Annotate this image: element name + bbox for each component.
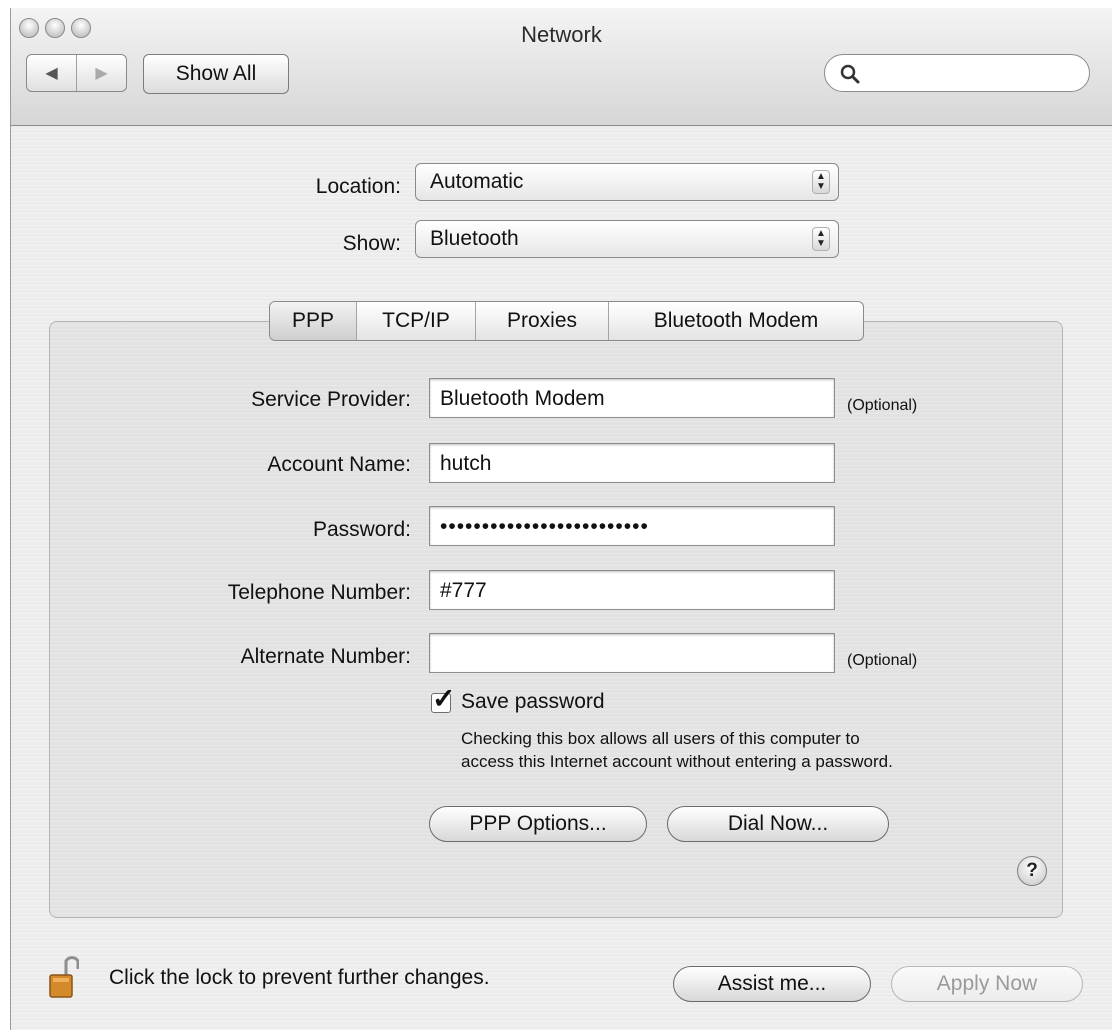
tab-proxies[interactable]: Proxies: [475, 302, 608, 340]
password-value: •••••••••••••••••••••••••: [440, 515, 649, 538]
alternate-number-label: Alternate Number:: [240, 645, 411, 668]
apply-now-button[interactable]: Apply Now: [891, 966, 1083, 1002]
telephone-number-label: Telephone Number:: [227, 581, 411, 604]
alternate-number-optional-note: (Optional): [847, 652, 918, 669]
show-value: Bluetooth: [430, 227, 519, 250]
title-toolbar: Network ◀ ▶ Show All: [11, 8, 1112, 126]
help-button[interactable]: ?: [1017, 856, 1047, 886]
show-popup[interactable]: Bluetooth ▲ ▼: [415, 220, 839, 258]
account-name-label: Account Name:: [267, 453, 411, 476]
location-label: Location:: [315, 175, 401, 198]
service-provider-field[interactable]: Bluetooth Modem: [429, 378, 835, 418]
service-provider-label: Service Provider:: [251, 388, 411, 411]
password-field[interactable]: •••••••••••••••••••••••••: [429, 506, 835, 546]
unlocked-padlock-icon[interactable]: [49, 953, 79, 999]
alternate-number-field[interactable]: [429, 633, 835, 673]
popup-arrows-icon: ▲ ▼: [812, 170, 830, 194]
account-name-field[interactable]: hutch: [429, 443, 835, 483]
save-password-checkbox[interactable]: ✓: [431, 683, 455, 714]
ppp-options-button[interactable]: PPP Options...: [429, 806, 647, 842]
service-provider-value: Bluetooth Modem: [440, 387, 605, 410]
telephone-number-field[interactable]: #777: [429, 570, 835, 610]
back-forward-control: ◀ ▶: [26, 54, 127, 92]
service-provider-optional-note: (Optional): [847, 397, 918, 414]
save-password-help-text: Checking this box allows all users of th…: [461, 727, 893, 773]
tab-bar: PPP TCP/IP Proxies Bluetooth Modem: [269, 301, 864, 341]
tab-bluetooth-modem[interactable]: Bluetooth Modem: [608, 302, 863, 340]
save-password-help-line: access this Internet account without ent…: [461, 752, 893, 771]
back-button[interactable]: ◀: [27, 55, 76, 91]
assist-me-button[interactable]: Assist me...: [673, 966, 871, 1002]
tab-ppp[interactable]: PPP: [270, 302, 356, 340]
save-password-label[interactable]: Save password: [461, 690, 605, 714]
password-label: Password:: [312, 518, 411, 541]
save-password-help-line: Checking this box allows all users of th…: [461, 729, 860, 748]
location-value: Automatic: [430, 170, 524, 193]
show-label: Show:: [342, 232, 401, 255]
tab-tcp-ip[interactable]: TCP/IP: [356, 302, 475, 340]
window-title: Network: [521, 22, 602, 47]
forward-button[interactable]: ▶: [76, 55, 126, 91]
account-name-value: hutch: [440, 452, 492, 475]
popup-arrows-icon: ▲ ▼: [812, 227, 830, 251]
checkmark-icon: ✓: [432, 683, 456, 714]
telephone-number-value: #777: [440, 579, 487, 602]
network-preferences-window: Network ◀ ▶ Show All Location: Automatic…: [10, 8, 1112, 1030]
dial-now-button[interactable]: Dial Now...: [667, 806, 889, 842]
show-all-button[interactable]: Show All: [143, 54, 289, 94]
lock-message: Click the lock to prevent further change…: [109, 966, 490, 989]
search-field[interactable]: [824, 54, 1090, 92]
search-icon: [840, 64, 860, 84]
location-popup[interactable]: Automatic ▲ ▼: [415, 163, 839, 201]
